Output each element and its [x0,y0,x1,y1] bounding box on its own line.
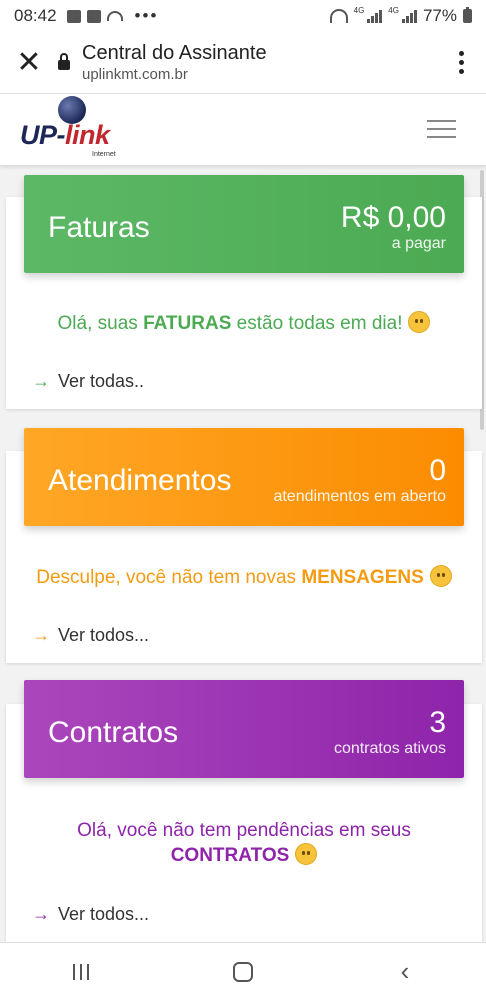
contratos-message: Olá, você não tem pendências em seus CON… [77,820,411,866]
network-type-label-2: 4G [388,6,399,15]
battery-percent: 77% [422,6,457,25]
lock-icon [58,52,70,70]
atendimentos-header[interactable]: Atendimentos 0 atendimentos em aberto [24,428,464,526]
arrow-right-icon: → [32,625,50,645]
faturas-title: Faturas [48,211,150,244]
recent-apps-button[interactable] [51,952,111,992]
back-icon: ‹ [400,956,410,986]
contratos-header[interactable]: Contratos 3 contratos ativos [24,680,464,778]
page-title: Central do Assinante [82,41,267,64]
logo-tagline: Internet [92,151,116,158]
site-header: UP-link Internet [0,94,486,166]
logo-text: UP-link [20,120,110,150]
home-button[interactable] [213,952,273,992]
faturas-amount: R$ 0,00 [340,201,446,234]
arrow-right-icon: → [32,904,50,924]
network-type-label: 4G [353,6,365,15]
contratos-count: 3 [429,706,446,739]
contratos-card: Contratos 3 contratos ativos Olá, você n… [6,680,482,942]
url-text: uplinkmt.com.br [82,65,188,83]
atendimentos-count: 0 [429,454,446,487]
signal-icon [367,9,383,23]
confused-emoji-icon [429,565,452,587]
app-notification-icon [86,9,101,23]
home-icon [233,961,253,982]
atendimentos-message: Desculpe, você não tem novas MENSAGENS [6,565,482,590]
status-time: 08:42 [14,6,57,25]
browser-toolbar: ✕ Central do Assinante uplinkmt.com.br [0,32,486,94]
hamburger-menu-icon[interactable] [427,120,456,138]
ver-todas-link[interactable]: → Ver todas.. [32,371,144,392]
ver-todos-atendimentos-link[interactable]: → Ver todos... [32,625,149,646]
grin-emoji-icon [295,843,318,865]
wink-emoji-icon [408,311,431,333]
contratos-title: Contratos [48,716,179,749]
close-icon[interactable]: ✕ [0,32,58,94]
status-bar: 08:42 ••• 4G 4G 77% [0,0,486,32]
ver-todos-label: Ver todos... [58,904,150,924]
atendimentos-title: Atendimentos [48,464,232,497]
atendimentos-subtitle: atendimentos em aberto [273,488,446,505]
battery-icon [463,7,472,23]
weather-icon [106,11,123,21]
image-icon [66,9,81,23]
uplink-logo[interactable]: UP-link Internet [20,96,130,162]
ver-todos-contratos-link[interactable]: → Ver todos... [32,904,149,925]
recents-icon [73,963,89,980]
url-block[interactable]: Central do Assinante uplinkmt.com.br [82,41,436,85]
ver-todas-label: Ver todas.. [58,371,145,391]
system-nav-bar: ‹ [0,942,486,1000]
faturas-header[interactable]: Faturas R$ 0,00 a pagar [24,175,464,273]
arrow-right-icon: → [32,371,50,391]
wifi-icon [329,9,348,23]
atendimentos-card: Atendimentos 0 atendimentos em aberto De… [6,428,482,663]
more-notifications-icon: ••• [134,6,159,25]
back-button[interactable]: ‹ [375,952,435,992]
contratos-subtitle: contratos ativos [333,740,446,757]
overflow-menu-icon[interactable] [436,51,486,74]
signal-icon-2 [401,9,417,23]
faturas-card: Faturas R$ 0,00 a pagar Olá, suas FATURA… [6,175,482,409]
faturas-message: Olá, suas FATURAS estão todas em dia! [6,311,482,336]
ver-todos-label: Ver todos... [58,625,150,645]
faturas-subtitle: a pagar [391,235,446,252]
